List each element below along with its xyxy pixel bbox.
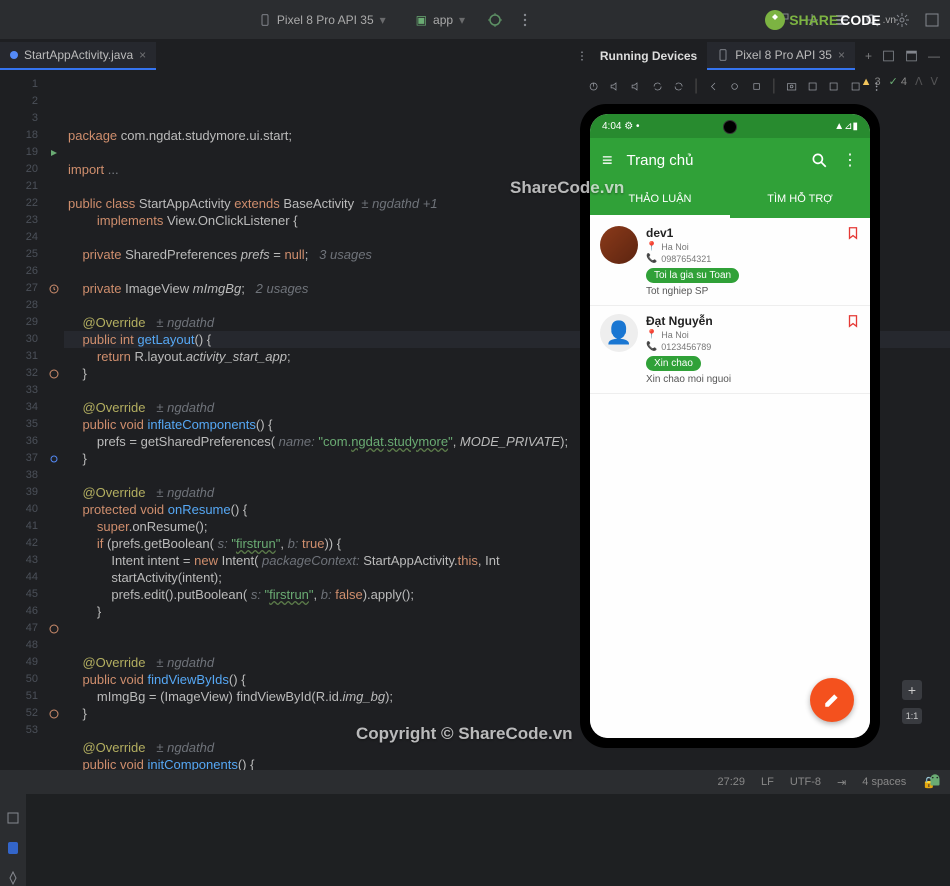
main-toolbar: Pixel 8 Pro API 35 ▾ ▣app▾ bbox=[0, 0, 950, 40]
window-icon[interactable] bbox=[905, 48, 918, 64]
gear-icon[interactable] bbox=[894, 12, 910, 28]
menu-icon[interactable]: ≡ bbox=[602, 150, 613, 171]
avatar: 👤 bbox=[600, 314, 638, 352]
bookmark-icon[interactable] bbox=[846, 314, 860, 328]
device-tab[interactable]: Pixel 8 Pro API 35 × bbox=[707, 42, 855, 70]
status-bar: 27:29 LF UTF-8 ⇥ 4 spaces 🔒 bbox=[0, 770, 950, 794]
run-config-selector[interactable]: ▣app▾ bbox=[408, 10, 473, 30]
close-icon[interactable]: × bbox=[838, 48, 845, 62]
post-author: Đạt Nguyễn bbox=[646, 314, 838, 328]
post-desc: Xin chao moi nguoi bbox=[646, 374, 838, 385]
tool-icon[interactable] bbox=[5, 810, 21, 826]
tool-icon[interactable] bbox=[5, 870, 21, 886]
tool-icon[interactable] bbox=[774, 12, 790, 28]
emulator-panel: | | 4:04 ⚙ • ▲⊿▮ ≡ Trang chủ ⋮ THẢO LUẬN bbox=[580, 72, 890, 752]
recents-icon[interactable] bbox=[751, 80, 762, 93]
post-badge: Xin chao bbox=[646, 356, 701, 371]
phone-frame: 4:04 ⚙ • ▲⊿▮ ≡ Trang chủ ⋮ THẢO LUẬN TÌM… bbox=[580, 104, 880, 748]
debug-icon[interactable] bbox=[487, 12, 503, 28]
camera-icon[interactable] bbox=[786, 80, 797, 93]
power-icon[interactable] bbox=[588, 80, 599, 93]
fab-edit[interactable] bbox=[810, 678, 854, 722]
minimize-icon[interactable]: — bbox=[928, 49, 940, 63]
home-icon[interactable] bbox=[729, 80, 740, 93]
emulator-icon[interactable] bbox=[5, 840, 21, 856]
tool-icon[interactable] bbox=[828, 80, 839, 93]
volume-icon[interactable] bbox=[609, 80, 620, 93]
line-sep[interactable]: LF bbox=[761, 776, 774, 788]
back-icon[interactable] bbox=[708, 80, 719, 93]
search-icon[interactable] bbox=[864, 12, 880, 28]
post-item[interactable]: 👤 Đạt Nguyễn 📍Ha Noi 📞0123456789 Xin cha… bbox=[590, 306, 870, 394]
encoding[interactable]: UTF-8 bbox=[790, 776, 821, 788]
post-item[interactable]: dev1 📍Ha Noi 📞0987654321 Toi la gia su T… bbox=[590, 218, 870, 306]
caret-pos[interactable]: 27:29 bbox=[718, 776, 746, 788]
search-icon[interactable] bbox=[810, 151, 828, 169]
bookmark-icon[interactable] bbox=[846, 226, 860, 240]
tool-icon[interactable] bbox=[850, 80, 861, 93]
camera-notch bbox=[723, 120, 737, 134]
window-icon[interactable] bbox=[882, 48, 895, 64]
avatar bbox=[600, 226, 638, 264]
line-gutter: 1231819202122232425262728293031323334353… bbox=[0, 72, 44, 772]
more-icon[interactable] bbox=[517, 12, 533, 28]
post-author: dev1 bbox=[646, 226, 838, 240]
tool-icon[interactable] bbox=[807, 80, 818, 93]
editor-tabs: StartAppActivity.java × Running Devices … bbox=[0, 40, 950, 72]
zoom-add[interactable]: + bbox=[902, 680, 922, 700]
tool-icon[interactable] bbox=[834, 12, 850, 28]
volume-icon[interactable] bbox=[630, 80, 641, 93]
rotate-icon[interactable] bbox=[673, 80, 684, 93]
java-icon bbox=[10, 51, 18, 59]
post-list[interactable]: dev1 📍Ha Noi 📞0987654321 Toi la gia su T… bbox=[590, 218, 870, 738]
close-icon[interactable]: × bbox=[139, 48, 146, 62]
add-tab-icon[interactable]: + bbox=[865, 49, 872, 63]
zoom-fit[interactable]: 1:1 bbox=[902, 708, 922, 724]
device-selector[interactable]: Pixel 8 Pro API 35 ▾ bbox=[251, 10, 394, 30]
emulator-toolbar: | | bbox=[580, 72, 890, 100]
more-icon[interactable]: ⋮ bbox=[842, 150, 858, 170]
app-toolbar: ≡ Trang chủ ⋮ bbox=[590, 138, 870, 182]
tab-discuss[interactable]: THẢO LUẬN bbox=[590, 182, 730, 218]
annotation-gutter bbox=[44, 72, 64, 772]
file-tab[interactable]: StartAppActivity.java × bbox=[0, 42, 156, 70]
app-title: Trang chủ bbox=[627, 152, 796, 169]
android-icon[interactable] bbox=[926, 772, 944, 790]
indent-icon[interactable]: ⇥ bbox=[837, 776, 846, 789]
more-icon[interactable] bbox=[871, 80, 882, 93]
post-desc: Tot nghiep SP bbox=[646, 286, 838, 297]
tab-support[interactable]: TÌM HỖ TRỢ bbox=[730, 182, 870, 218]
phone-screen[interactable]: 4:04 ⚙ • ▲⊿▮ ≡ Trang chủ ⋮ THẢO LUẬN TÌM… bbox=[590, 114, 870, 738]
tool-icon[interactable] bbox=[924, 12, 940, 28]
more-icon[interactable] bbox=[576, 48, 588, 64]
tool-icon[interactable] bbox=[804, 12, 820, 28]
running-devices-label[interactable]: Running Devices bbox=[600, 49, 697, 63]
post-badge: Toi la gia su Toan bbox=[646, 268, 739, 283]
indent[interactable]: 4 spaces bbox=[862, 776, 906, 788]
rotate-icon[interactable] bbox=[652, 80, 663, 93]
app-tabs: THẢO LUẬN TÌM HỖ TRỢ bbox=[590, 182, 870, 218]
